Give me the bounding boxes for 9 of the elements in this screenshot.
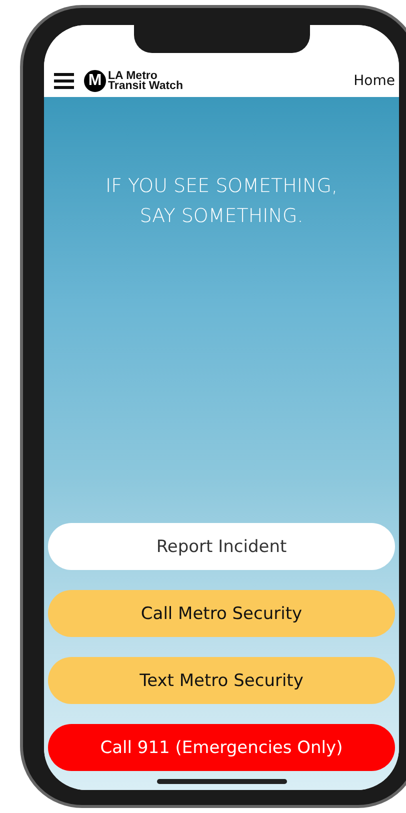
action-button[interactable]: Report Incident (48, 523, 395, 570)
logo-mark: M (84, 70, 106, 92)
menu-icon[interactable] (54, 73, 74, 89)
logo-text: LA Metro Transit Watch (108, 71, 183, 91)
action-button[interactable]: Call 911 (Emergencies Only) (48, 724, 395, 771)
action-button[interactable]: Text Metro Security (48, 657, 395, 704)
home-link[interactable]: Home (354, 73, 395, 89)
action-button[interactable]: Call Metro Security (48, 590, 395, 637)
headline: IF YOU SEE SOMETHING, SAY SOMETHING. (104, 174, 339, 229)
